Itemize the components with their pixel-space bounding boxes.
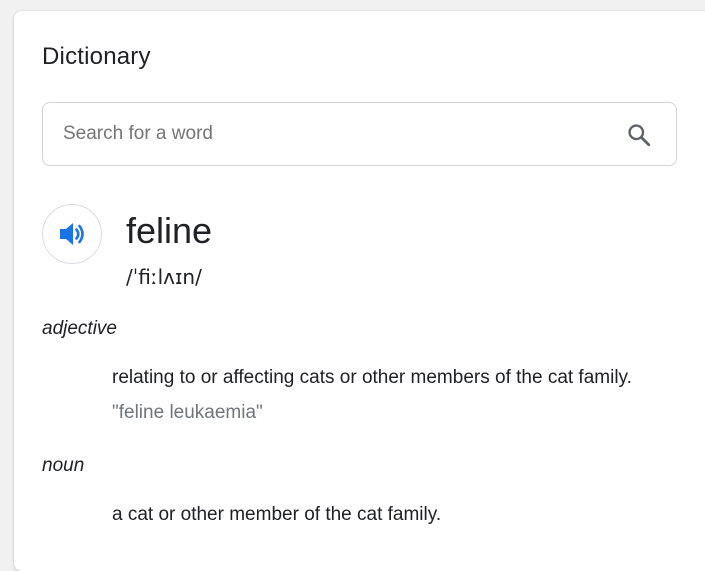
- definition-text: relating to or affecting cats or other m…: [112, 367, 632, 388]
- pronunciation-audio-button[interactable]: [42, 204, 102, 264]
- example-text: "feline leukaemia": [112, 402, 263, 423]
- definition-text: a cat or other member of the cat family.: [112, 504, 442, 525]
- search-input[interactable]: [63, 103, 603, 165]
- card-title: Dictionary: [42, 43, 151, 70]
- headword: feline: [126, 210, 213, 251]
- part-of-speech-label: noun: [42, 455, 85, 476]
- search-icon[interactable]: [626, 122, 652, 148]
- speaker-icon: [60, 223, 84, 245]
- phonetic-transcription: /ˈfiːlʌɪn/: [126, 265, 202, 289]
- part-of-speech-label: adjective: [42, 318, 117, 339]
- dictionary-card: Dictionary feline /ˈfiːlʌɪn/ adjective r…: [14, 11, 705, 571]
- search-box[interactable]: [42, 102, 677, 166]
